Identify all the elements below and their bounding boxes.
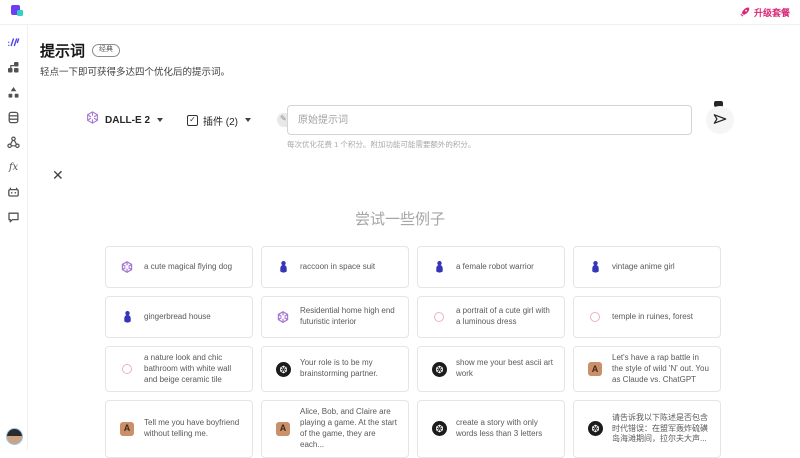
example-card[interactable]: a nature look and chic bathroom with whi… [105, 346, 253, 392]
example-card[interactable]: a female robot warrior [417, 246, 565, 288]
example-text: show me your best ascii art work [456, 358, 556, 380]
example-text: a female robot warrior [456, 262, 534, 273]
example-text: Your role is to be my brainstorming part… [300, 358, 400, 380]
example-card[interactable]: create a story with only words less than… [417, 400, 565, 457]
stable-diffusion-icon [119, 310, 135, 324]
example-text: temple in ruines, forest [612, 312, 693, 323]
example-text: Let's have a rap battle in the style of … [612, 353, 712, 385]
example-card[interactable]: A Let's have a rap battle in the style of… [573, 346, 721, 392]
example-card[interactable]: a portrait of a cute girl with a luminou… [417, 296, 565, 338]
example-text: a portrait of a cute girl with a luminou… [456, 306, 556, 328]
openai-icon [275, 310, 291, 324]
example-text: raccoon in space suit [300, 262, 375, 273]
openai-dark-icon [431, 362, 447, 377]
example-text: create a story with only words less than… [456, 418, 556, 440]
close-examples-icon[interactable]: ✕ [52, 168, 64, 182]
model-ring-icon [587, 312, 603, 322]
flow-blocks-icon [7, 61, 20, 74]
prompt-input[interactable] [287, 105, 692, 135]
user-avatar[interactable] [6, 428, 23, 445]
rocket-icon [740, 7, 750, 17]
molecule-icon [7, 136, 20, 149]
anthropic-icon: A [275, 422, 291, 436]
credit-note: 每次优化花费 1 个积分。附加功能可能需要额外的积分。 [287, 139, 475, 150]
example-card[interactable]: temple in ruines, forest [573, 296, 721, 338]
example-text: gingerbread house [144, 312, 211, 323]
example-card[interactable]: Residential home high end futuristic int… [261, 296, 409, 338]
prompt-slashes-icon [7, 36, 20, 49]
upgrade-plan-button[interactable]: 升级套餐 [740, 6, 790, 19]
robot-icon [7, 186, 20, 199]
openai-dark-icon [275, 362, 291, 377]
paper-plane-icon [713, 113, 727, 128]
model-selector[interactable]: DALL-E 2 [85, 110, 163, 130]
chevron-down-icon [157, 118, 163, 122]
stable-diffusion-icon [431, 260, 447, 274]
sidebar-item-arena[interactable] [6, 185, 21, 200]
example-card[interactable]: show me your best ascii art work [417, 346, 565, 392]
plugin-selector[interactable]: ✓ 插件 (2) [187, 113, 251, 128]
stable-diffusion-icon [275, 260, 291, 274]
example-card[interactable]: A Tell me you have boyfriend without tell… [105, 400, 253, 457]
sidebar-item-data[interactable] [6, 110, 21, 125]
model-ring-icon [119, 364, 135, 374]
mode-badge: 经典 [92, 44, 120, 56]
page-subtitle: 轻点一下即可获得多达四个优化后的提示词。 [40, 64, 230, 78]
left-sidebar: fx [0, 25, 28, 450]
chat-bubble-icon [7, 211, 20, 224]
promptperfect-logo-icon[interactable] [10, 4, 26, 20]
example-card[interactable]: a cute magical flying dog [105, 246, 253, 288]
fx-icon: fx [9, 162, 18, 173]
triangle-nodes-icon [7, 86, 20, 99]
openai-dark-icon [431, 421, 447, 436]
openai-logo-icon [85, 110, 100, 130]
page-title: 提示词 [40, 40, 85, 61]
openai-icon [119, 260, 135, 274]
stable-diffusion-icon [587, 260, 603, 274]
example-text: Alice, Bob, and Claire are playing a gam… [300, 407, 400, 450]
chevron-down-icon [245, 118, 251, 122]
sidebar-item-flows[interactable] [6, 60, 21, 75]
example-card[interactable]: Your role is to be my brainstorming part… [261, 346, 409, 392]
top-bar: 升级套餐 [0, 0, 800, 25]
sidebar-item-functions[interactable]: fx [6, 160, 21, 175]
example-card[interactable]: 请告诉我以下陈述是否包含时代错误：在盟军轰炸硫磺岛海滩期间，拉尔夫大声... [573, 400, 721, 457]
sidebar-item-services[interactable] [6, 135, 21, 150]
sidebar-item-prompt-optimizer[interactable] [6, 35, 21, 50]
example-text: Tell me you have boyfriend without telli… [144, 418, 244, 440]
sidebar-item-feedback[interactable] [6, 210, 21, 225]
example-text: a cute magical flying dog [144, 262, 232, 273]
example-text: Residential home high end futuristic int… [300, 306, 400, 328]
example-text: 请告诉我以下陈述是否包含时代错误：在盟军轰炸硫磺岛海滩期间，拉尔夫大声... [612, 413, 712, 445]
example-card[interactable]: vintage anime girl [573, 246, 721, 288]
optimize-send-button[interactable] [706, 106, 734, 134]
sidebar-item-hierarchy[interactable] [6, 85, 21, 100]
openai-dark-icon [587, 421, 603, 436]
plugin-selector-label: 插件 (2) [203, 113, 238, 128]
example-text: a nature look and chic bathroom with whi… [144, 353, 244, 385]
anthropic-icon: A [119, 422, 135, 436]
anthropic-icon: A [587, 362, 603, 376]
example-card[interactable]: raccoon in space suit [261, 246, 409, 288]
examples-grid: a cute magical flying dog raccoon in spac… [105, 246, 723, 458]
model-selector-value: DALL-E 2 [105, 115, 150, 126]
upgrade-plan-label: 升级套餐 [754, 6, 790, 19]
plugin-checkbox[interactable]: ✓ [187, 115, 198, 126]
pencil-icon: ✎ [280, 115, 287, 123]
example-card[interactable]: gingerbread house [105, 296, 253, 338]
model-ring-icon [431, 312, 447, 322]
example-card[interactable]: A Alice, Bob, and Claire are playing a ga… [261, 400, 409, 457]
examples-heading: 尝试一些例子 [28, 208, 772, 229]
database-icon [7, 111, 20, 124]
example-text: vintage anime girl [612, 262, 675, 273]
